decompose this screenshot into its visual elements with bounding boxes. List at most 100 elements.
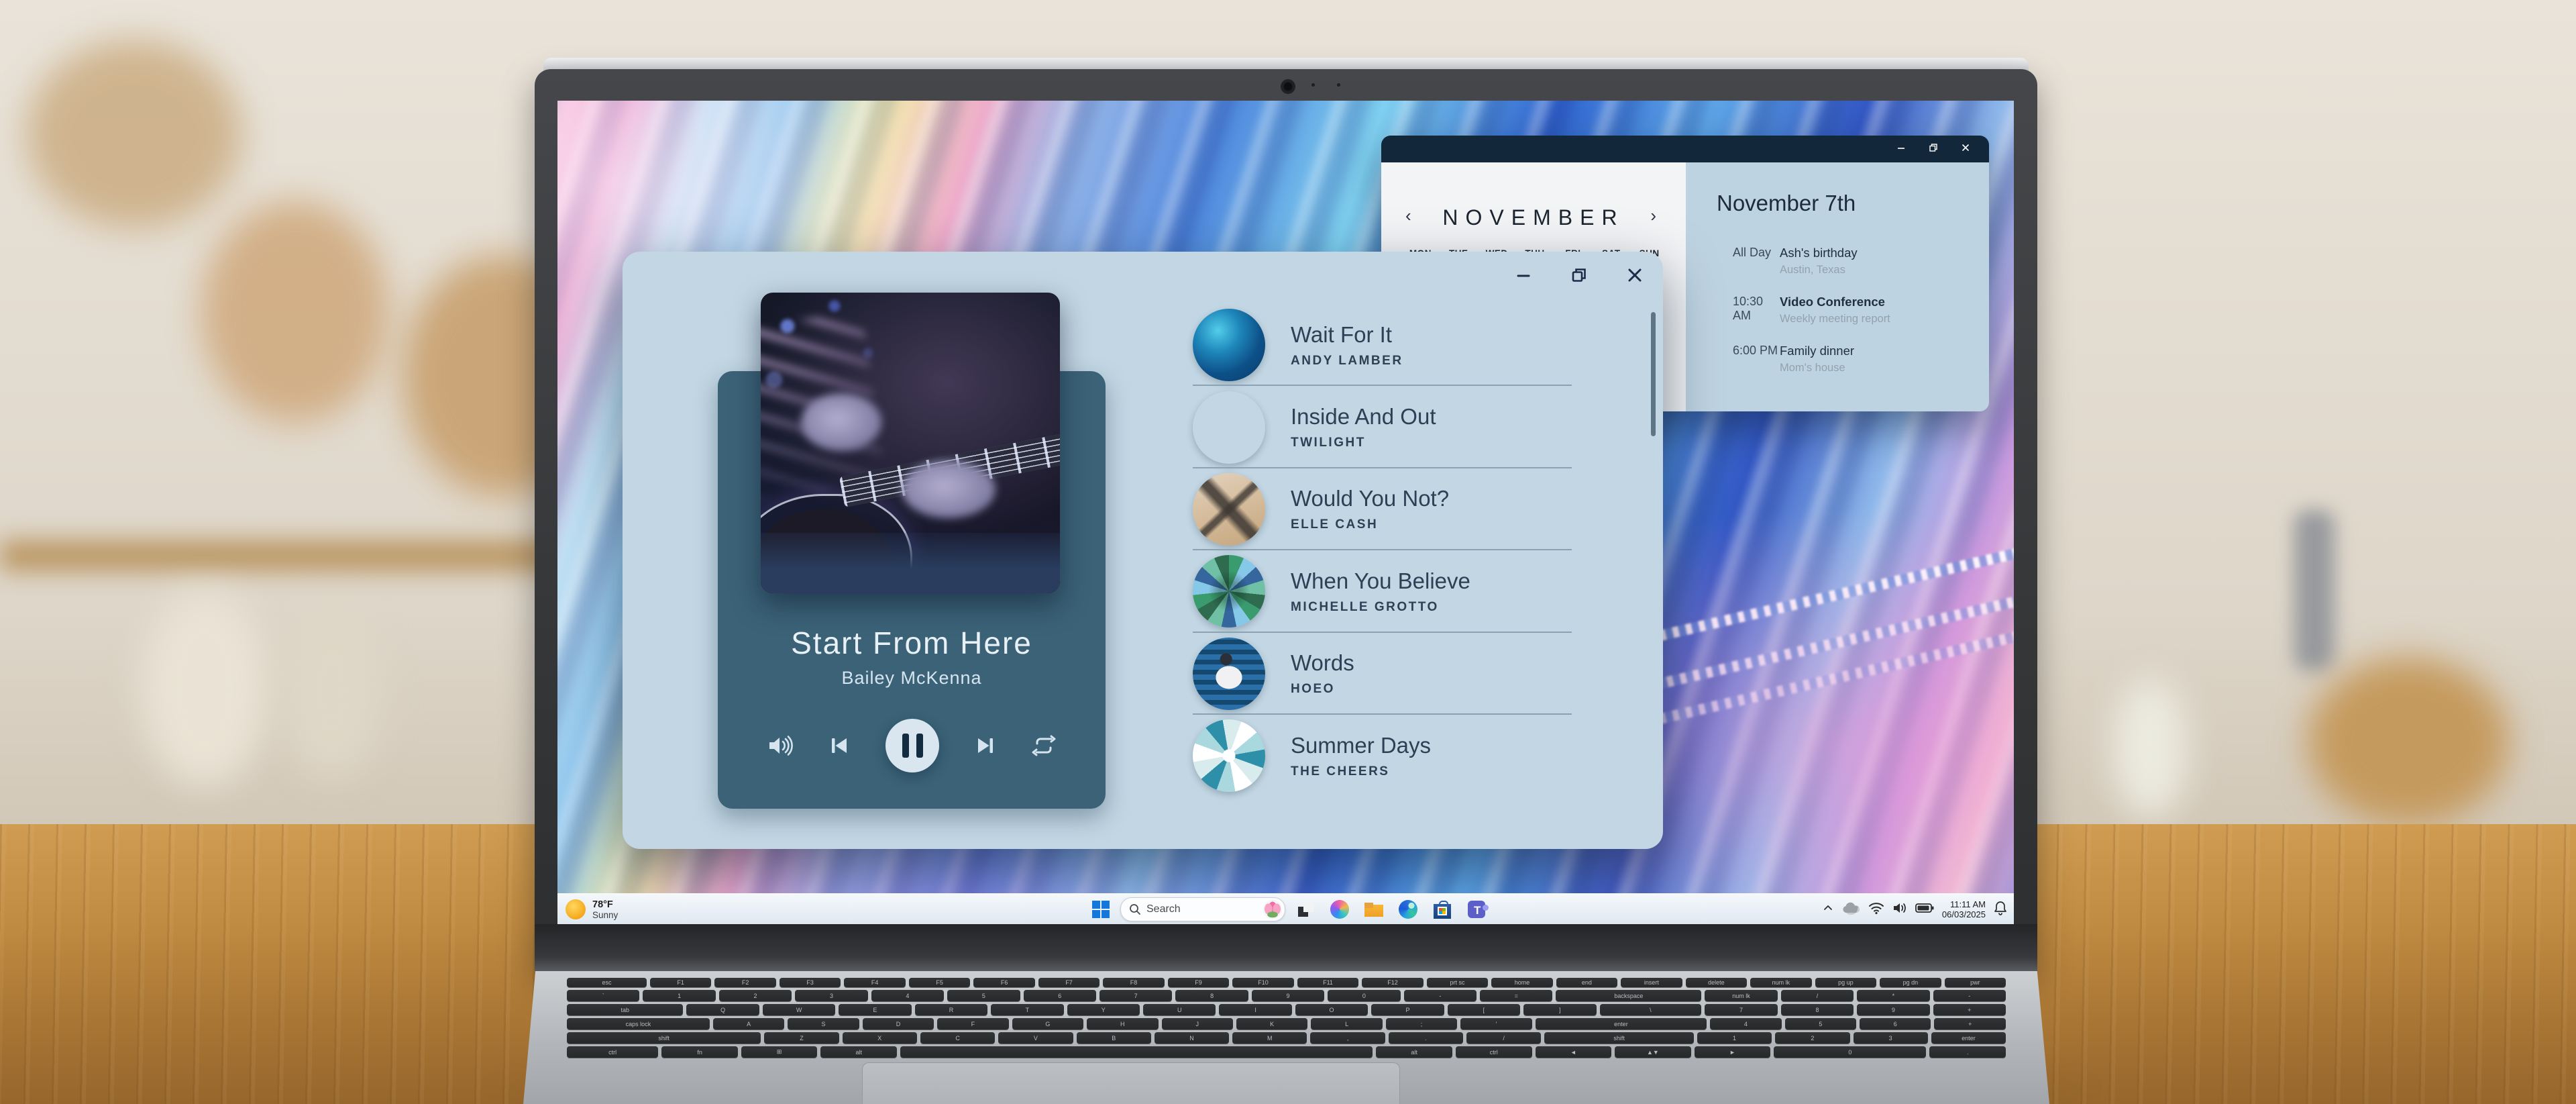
file-explorer-icon[interactable] xyxy=(1363,899,1385,920)
playlist-song-row[interactable]: Wait For It ANDY LAMBER xyxy=(1193,304,1637,386)
key-delete: delete xyxy=(1686,978,1747,987)
taskbar-app-icons xyxy=(1295,899,1487,920)
song-artwork xyxy=(1193,719,1265,792)
playlist-scrollbar[interactable] xyxy=(1651,312,1656,436)
key-.: . xyxy=(1929,1046,2006,1058)
key-]: ] xyxy=(1523,1004,1596,1015)
tray-time: 11:11 AM xyxy=(1942,899,1986,910)
onedrive-cloud-icon[interactable] xyxy=(1841,901,1860,918)
key-7: 7 xyxy=(1099,990,1172,1001)
screen: ‹ NOVEMBER › MON TUE WED THU FRI SAT SUN… xyxy=(557,101,2014,924)
search-icon xyxy=(1129,903,1141,915)
close-icon[interactable] xyxy=(1961,143,1970,156)
event-subtitle: Austin, Texas xyxy=(1780,263,1969,277)
calendar-event[interactable]: 6:00 PM Family dinner Mom's house xyxy=(1733,344,1969,375)
volume-tray-icon[interactable] xyxy=(1892,901,1907,918)
taskbar: 78°F Sunny Search xyxy=(557,893,2014,924)
song-artist: HOEO xyxy=(1291,682,1354,697)
minimize-icon[interactable] xyxy=(1896,143,1906,156)
restore-icon[interactable] xyxy=(1570,266,1588,284)
teams-icon[interactable] xyxy=(1468,901,1485,918)
key-0: 0 xyxy=(1328,990,1400,1001)
playlist-song-row[interactable]: Inside And Out TWILIGHT xyxy=(1193,386,1637,468)
key-◄: ◄ xyxy=(1536,1046,1612,1058)
calendar-event[interactable]: 10:30 AM Video Conference Weekly meeting… xyxy=(1733,295,1969,326)
song-artist: MICHELLE GROTTO xyxy=(1291,600,1470,615)
start-button-icon[interactable] xyxy=(1091,899,1111,919)
playlist-song-row[interactable]: Words HOEO xyxy=(1193,633,1637,715)
repeat-icon[interactable] xyxy=(1032,735,1056,756)
close-icon[interactable] xyxy=(1626,266,1644,284)
key-S: S xyxy=(788,1018,859,1030)
copilot-icon[interactable] xyxy=(1330,900,1349,919)
tray-date: 06/03/2025 xyxy=(1942,909,1986,920)
previous-track-icon[interactable] xyxy=(829,736,849,756)
key-=: = xyxy=(1480,990,1552,1001)
song-artist: TWILIGHT xyxy=(1291,436,1436,450)
playlist-song-row[interactable]: Summer Days THE CHEERS xyxy=(1193,715,1637,797)
key-F2: F2 xyxy=(714,978,775,987)
key-T: T xyxy=(991,1004,1063,1015)
key-D: D xyxy=(863,1018,934,1030)
pause-button[interactable] xyxy=(885,719,939,772)
key-P: P xyxy=(1371,1004,1444,1015)
volume-icon[interactable] xyxy=(767,734,793,757)
restore-icon[interactable] xyxy=(1929,143,1938,156)
key-alt: alt xyxy=(1376,1046,1452,1058)
laptop-hinge xyxy=(535,924,2037,971)
key-▲▼: ▲▼ xyxy=(1615,1046,1691,1058)
key-J: J xyxy=(1162,1018,1233,1030)
key-`: ` xyxy=(567,990,639,1001)
next-month-icon[interactable]: › xyxy=(1650,207,1656,224)
store-icon[interactable] xyxy=(1432,899,1453,920)
calendar-titlebar[interactable] xyxy=(1381,136,1989,162)
key-': ' xyxy=(1460,1018,1532,1030)
key-F10: F10 xyxy=(1232,978,1293,987)
search-input[interactable]: Search xyxy=(1120,897,1285,921)
sunny-icon xyxy=(566,899,586,919)
song-title: Wait For It xyxy=(1291,322,1403,348)
kitchen-jar-blob xyxy=(282,604,382,779)
lotus-flower-icon[interactable] xyxy=(1263,900,1282,919)
key-8: 8 xyxy=(1175,990,1248,1001)
key-4: 4 xyxy=(1710,1018,1781,1030)
edge-icon[interactable] xyxy=(1399,900,1417,919)
minimize-icon[interactable] xyxy=(1515,266,1532,284)
notification-bell-icon[interactable] xyxy=(1994,901,2007,919)
key-7: 7 xyxy=(1705,1004,1777,1015)
task-view-icon[interactable] xyxy=(1295,899,1316,920)
key-home: home xyxy=(1491,978,1552,987)
playlist-song-row[interactable]: Would You Not? ELLE CASH xyxy=(1193,468,1637,550)
event-title: Family dinner xyxy=(1780,344,1969,358)
playlist-song-row[interactable]: When You Believe MICHELLE GROTTO xyxy=(1193,550,1637,632)
song-title: Words xyxy=(1291,650,1354,676)
event-time: All Day xyxy=(1733,246,1780,277)
next-track-icon[interactable] xyxy=(975,736,996,756)
key-6: 6 xyxy=(1024,990,1096,1001)
wifi-icon[interactable] xyxy=(1868,901,1884,918)
key-insert: insert xyxy=(1621,978,1682,987)
key-9: 9 xyxy=(1857,1004,1929,1015)
key-E: E xyxy=(839,1004,911,1015)
weather-widget[interactable]: 78°F Sunny xyxy=(566,894,618,924)
key-/: / xyxy=(1781,990,1854,1001)
battery-icon[interactable] xyxy=(1915,903,1934,917)
microphone-dot xyxy=(1337,83,1340,87)
key-pg up: pg up xyxy=(1815,978,1876,987)
calendar-event-list: All Day Ash's birthday Austin, Texas 10:… xyxy=(1733,246,1969,375)
key-N: N xyxy=(1155,1032,1229,1044)
laptop-keyboard-deck: escF1F2F3F4F5F6F7F8F9F10F11F12prt schome… xyxy=(523,971,2049,1104)
key-num lk: num lk xyxy=(1705,990,1777,1001)
key-end: end xyxy=(1556,978,1617,987)
kitchen-faucet-blob xyxy=(2294,510,2334,671)
key-8: 8 xyxy=(1781,1004,1854,1015)
song-artist: ANDY LAMBER xyxy=(1291,354,1403,368)
calendar-day-panel: November 7th All Day Ash's birthday Aust… xyxy=(1686,162,1989,411)
key-num lk: num lk xyxy=(1750,978,1811,987)
tray-chevron-icon[interactable] xyxy=(1823,903,1833,917)
key-1: 1 xyxy=(643,990,715,1001)
trackpad xyxy=(862,1062,1400,1104)
calendar-event[interactable]: All Day Ash's birthday Austin, Texas xyxy=(1733,246,1969,277)
key-A: A xyxy=(713,1018,784,1030)
clock[interactable]: 11:11 AM 06/03/2025 xyxy=(1942,899,1986,920)
